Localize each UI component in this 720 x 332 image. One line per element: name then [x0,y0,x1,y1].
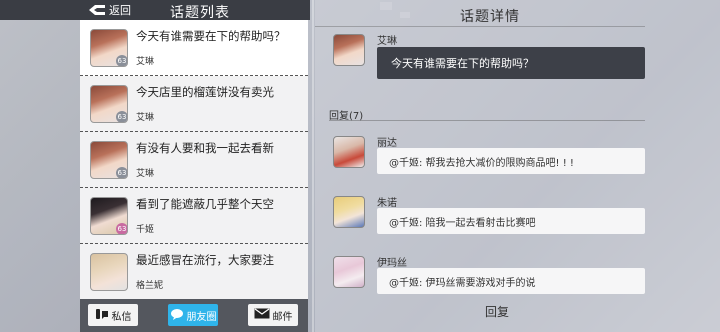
topic-list-title: 话题列表 [170,5,230,21]
reply-avatar[interactable] [333,196,365,228]
topic-author: 艾琳 [136,113,155,123]
reply-avatar[interactable] [333,136,365,168]
poster-name: 艾琳 [377,36,397,47]
topic-item[interactable]: 63 今天店里的榴莲饼没有卖光 艾琳 [80,76,308,132]
reply-name: 丽达 [377,138,397,149]
left-margin [0,0,80,332]
topic-item[interactable]: 最近感冒在流行，大家要注 格兰妮 [80,244,308,299]
topic-list: 63 今天有谁需要在下的帮助吗？ 艾琳 63 今天店里的榴莲饼没有卖光 艾琳 6… [80,20,308,299]
topic-item[interactable]: 63 看到了能遮蔽几乎整个天空 千姬 [80,188,308,244]
topic-title: 有没有人要和我一起去看新 [136,141,274,155]
post-content: 今天有谁需要在下的帮助吗？ [377,47,645,79]
back-button[interactable]: 返回 [88,0,131,20]
private-message-label: 私信 [111,311,132,323]
reply-content: @千姬: 陪我一起去看射击比赛吧 [377,208,645,234]
topic-title: 今天有谁需要在下的帮助吗？ [136,29,286,43]
level-badge: 63 [116,55,127,66]
private-message-button[interactable]: 私信 [88,304,138,326]
avatar: 63 [90,85,128,123]
bottom-nav: 私信 朋友圈 邮件 [80,299,308,332]
topic-author: 格兰妮 [136,281,164,291]
reply-content: @千姬: 帮我去抢大减价的限购商品吧! ! ! [377,148,645,174]
divider [312,0,314,332]
friends-circle-label: 朋友圈 [186,311,217,323]
reply-name: 伊玛丝 [377,258,407,269]
topic-item[interactable]: 63 今天有谁需要在下的帮助吗？ 艾琳 [80,20,308,76]
mail-label: 邮件 [272,311,293,323]
avatar: 63 [90,141,128,179]
reply-button[interactable]: 回复 [485,303,509,320]
envelope-icon [254,308,270,322]
topic-detail-panel: 话题详情 艾琳 今天有谁需要在下的帮助吗？ 回复(7) 丽达 @千姬: 帮我去抢… [315,0,720,332]
detail-title: 话题详情 [460,9,520,25]
reply-avatar[interactable] [333,256,365,288]
avatar: 63 [90,29,128,67]
reply-content: @千姬: 伊玛丝需要游戏对手的说 [377,268,645,294]
title-divider [315,26,645,27]
back-arrow-icon [88,4,106,16]
reply-divider [329,120,645,121]
avatar [90,253,128,291]
chat-icon [95,308,109,323]
topic-author: 千姬 [136,225,155,235]
topic-title: 最近感冒在流行，大家要注 [136,253,274,267]
topic-item[interactable]: 63 有没有人要和我一起去看新 艾琳 [80,132,308,188]
topic-title: 今天店里的榴莲饼没有卖光 [136,85,274,99]
reply-name: 朱诺 [377,198,397,209]
poster-avatar[interactable] [333,34,365,66]
back-label: 返回 [109,4,131,17]
friends-circle-button[interactable]: 朋友圈 [168,304,218,326]
level-badge: 63 [116,111,127,122]
topic-author: 艾琳 [136,169,155,179]
topic-title: 看到了能遮蔽几乎整个天空 [136,197,274,211]
topic-author: 艾琳 [136,57,155,67]
avatar: 63 [90,197,128,235]
topic-list-header: 返回 话题列表 [0,0,310,21]
mail-button[interactable]: 邮件 [248,304,298,326]
level-badge: 63 [116,223,127,234]
speech-bubble-icon [170,308,184,323]
level-badge: 63 [116,167,127,178]
